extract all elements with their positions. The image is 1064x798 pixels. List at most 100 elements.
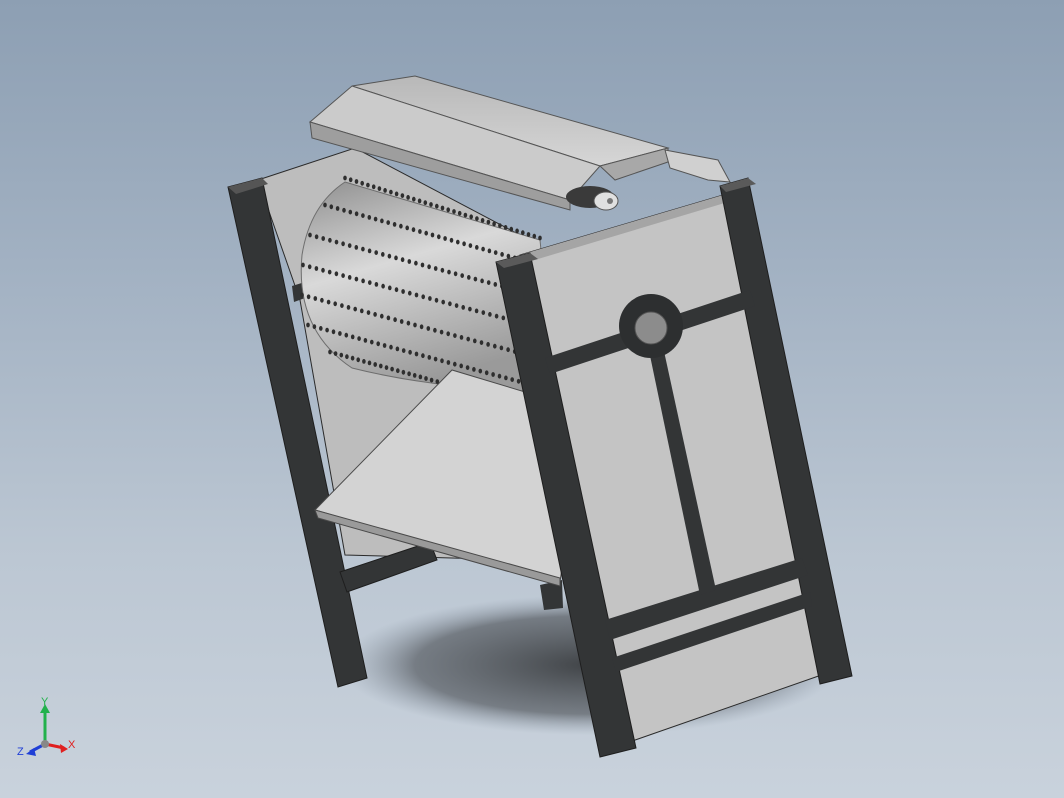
perforation (499, 345, 504, 351)
graphics-viewport[interactable]: Y X Z (0, 0, 1064, 798)
perforation (319, 326, 323, 331)
perforation (474, 308, 479, 314)
perforation (376, 341, 381, 347)
perforation (338, 331, 342, 336)
perforation (488, 312, 492, 317)
perforation (493, 343, 497, 349)
perforation (421, 294, 426, 300)
perforation (368, 280, 372, 285)
perforation (448, 301, 452, 307)
perforation (308, 232, 312, 238)
perforation (407, 371, 411, 377)
perforation (449, 237, 454, 243)
perforation (406, 320, 411, 326)
perforation (363, 338, 368, 343)
perforation (344, 332, 349, 338)
perforation (362, 359, 366, 364)
perforation (328, 237, 332, 243)
perforation (381, 283, 385, 289)
perforation (509, 226, 514, 232)
perforation (361, 213, 365, 219)
perforation (408, 349, 412, 355)
perforation (347, 243, 352, 249)
perforation (437, 234, 441, 240)
perforation (354, 276, 359, 282)
perforation (327, 269, 332, 275)
perforation (453, 271, 458, 277)
perforation (401, 289, 405, 294)
perforation (462, 241, 466, 247)
perforation (419, 324, 424, 330)
perforation (354, 211, 359, 217)
perforation (306, 294, 311, 300)
perforation (374, 250, 379, 256)
perforation (383, 188, 387, 193)
perforation (461, 305, 466, 310)
perforation (501, 315, 506, 321)
perforation (526, 232, 531, 237)
perforation (414, 351, 419, 357)
perforation (532, 233, 537, 239)
perforation (427, 355, 432, 360)
perforation (446, 360, 451, 365)
perforation (381, 252, 385, 257)
perforation (434, 297, 439, 303)
perforation (341, 273, 345, 278)
perforation (454, 303, 459, 308)
perforation (433, 356, 438, 362)
perforation (400, 257, 405, 263)
perforation (466, 336, 471, 342)
perforation (301, 262, 305, 268)
perforation (504, 375, 508, 381)
perforation (396, 368, 400, 374)
perforation (345, 354, 349, 360)
perforation (399, 319, 404, 324)
perforation (407, 259, 412, 264)
perforation (440, 267, 445, 273)
perforation (394, 255, 398, 261)
perforation (479, 340, 484, 345)
hood-handle (664, 149, 731, 183)
perforation (342, 207, 346, 213)
perforation (379, 363, 383, 369)
perforation (426, 326, 431, 331)
perforation (510, 377, 514, 382)
perforation (356, 357, 361, 363)
perforation (386, 220, 391, 226)
perforation (361, 278, 365, 284)
perforation (393, 317, 397, 323)
perforation (367, 248, 372, 254)
perforation (456, 239, 460, 245)
perforation (384, 365, 389, 370)
perforation (343, 175, 347, 181)
perforation (388, 285, 392, 291)
perforation (306, 322, 310, 328)
coordinate-triad: Y X Z (17, 696, 76, 758)
perforation (300, 292, 304, 298)
perforation (459, 363, 464, 369)
perforation (441, 299, 446, 305)
perforation (333, 301, 338, 307)
perforation (412, 373, 417, 378)
perforation (463, 212, 468, 218)
perforation (467, 275, 471, 280)
perforation (481, 246, 485, 252)
perforation (326, 299, 331, 305)
perforation (446, 207, 451, 213)
perforation (452, 209, 456, 214)
model-view[interactable] (0, 0, 1064, 798)
perforation (323, 202, 327, 208)
perforation (453, 333, 457, 338)
perforation (374, 282, 379, 287)
perforation (421, 353, 425, 359)
perforation (497, 373, 502, 379)
perforation (424, 230, 429, 236)
perforation (347, 275, 352, 280)
perforation (314, 234, 319, 240)
perforation (333, 351, 338, 356)
perforation (486, 219, 491, 225)
perforation (382, 343, 387, 348)
perforation (491, 372, 495, 377)
motor-shaft (566, 186, 619, 211)
perforation (380, 218, 384, 224)
